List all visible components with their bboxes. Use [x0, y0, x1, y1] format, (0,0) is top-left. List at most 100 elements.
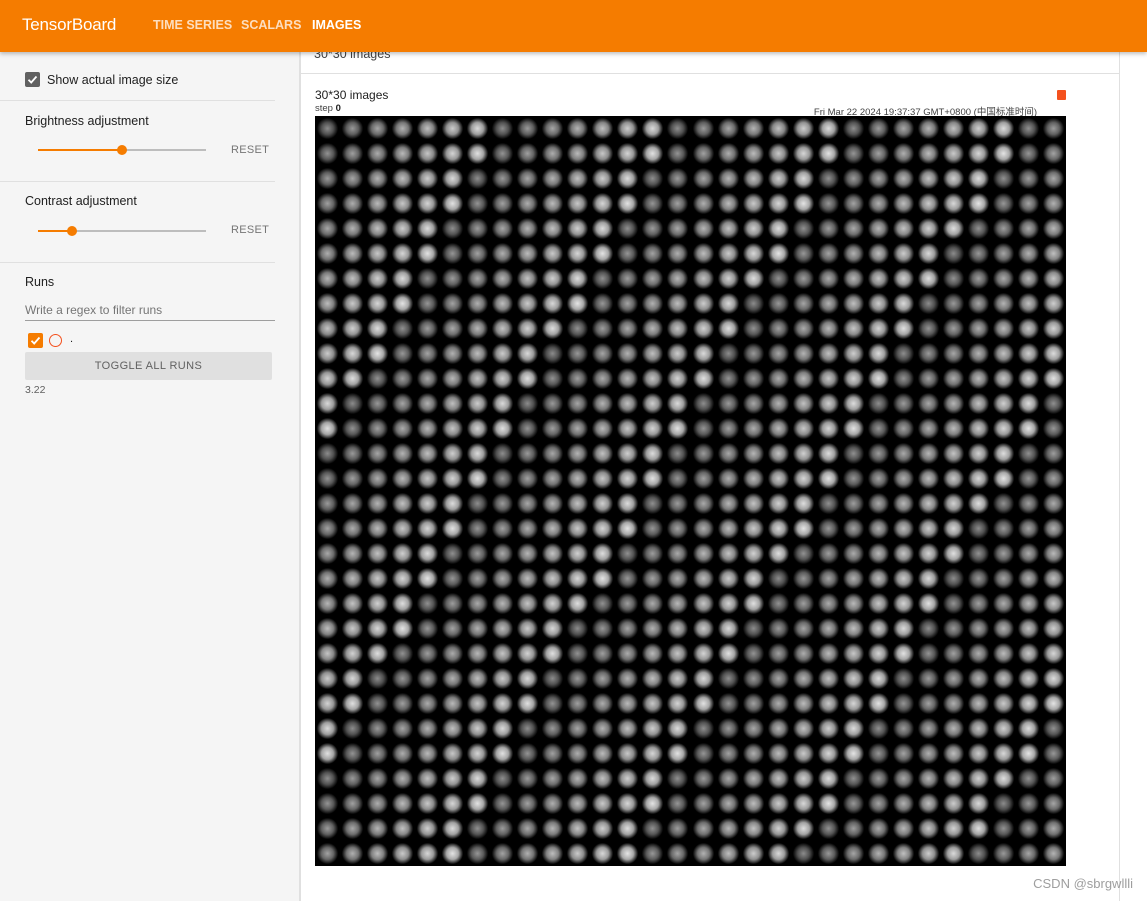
image-thumbnail	[892, 218, 914, 239]
image-thumbnail	[317, 743, 339, 764]
image-thumbnail	[567, 693, 589, 714]
image-thumbnail	[467, 543, 489, 564]
image-thumbnail	[792, 543, 814, 564]
run-checkbox[interactable]	[28, 333, 43, 348]
image-thumbnail	[917, 618, 939, 639]
image-thumbnail	[342, 268, 364, 289]
image-thumbnail	[342, 568, 364, 589]
group-header[interactable]: 30*30 images	[300, 47, 1120, 74]
image-thumbnail	[442, 493, 464, 514]
image-thumbnail	[367, 243, 389, 264]
image-thumbnail	[342, 743, 364, 764]
image-thumbnail	[517, 643, 539, 664]
image-thumbnail	[467, 243, 489, 264]
brightness-slider-thumb[interactable]	[117, 145, 127, 155]
image-thumbnail	[717, 593, 739, 614]
image-thumbnail	[892, 593, 914, 614]
image-thumbnail	[517, 593, 539, 614]
main-content: 30*30 images 30*30 images step 0 Fri Mar…	[300, 47, 1147, 901]
image-thumbnail	[792, 293, 814, 314]
image-thumbnail	[442, 268, 464, 289]
image-thumbnail	[867, 293, 889, 314]
image-thumbnail	[317, 818, 339, 839]
image-thumbnail	[1042, 693, 1064, 714]
image-thumbnail	[317, 318, 339, 339]
image-thumbnail	[767, 468, 789, 489]
image-thumbnail	[567, 643, 589, 664]
image-thumbnail	[367, 768, 389, 789]
image-thumbnail	[442, 768, 464, 789]
run-color-swatch[interactable]	[49, 334, 62, 347]
image-thumbnail	[742, 593, 764, 614]
image-thumbnail	[892, 318, 914, 339]
image-thumbnail	[642, 193, 664, 214]
image-thumbnail	[1017, 143, 1039, 164]
image-thumbnail	[392, 843, 414, 864]
image-thumbnail	[1042, 793, 1064, 814]
show-actual-size-checkbox[interactable]	[25, 72, 40, 87]
image-thumbnail	[742, 768, 764, 789]
image-thumbnail	[817, 493, 839, 514]
image-thumbnail	[867, 643, 889, 664]
image-thumbnail	[667, 768, 689, 789]
toggle-all-runs-button[interactable]: TOGGLE ALL RUNS	[25, 352, 272, 380]
image-thumbnail	[692, 643, 714, 664]
contrast-reset-button[interactable]: RESET	[231, 224, 269, 236]
image-thumbnail	[592, 393, 614, 414]
image-thumbnail	[342, 468, 364, 489]
image-thumbnail	[967, 368, 989, 389]
image-thumbnail	[342, 843, 364, 864]
image-thumbnail	[542, 543, 564, 564]
image-thumbnail	[367, 718, 389, 739]
image-thumbnail	[867, 468, 889, 489]
image-thumbnail	[342, 143, 364, 164]
brand-logo[interactable]: TensorBoard	[22, 15, 116, 35]
tab-scalars[interactable]: SCALARS	[241, 18, 301, 32]
image-thumbnail	[417, 718, 439, 739]
image-thumbnail	[767, 368, 789, 389]
tab-time-series[interactable]: TIME SERIES	[153, 18, 232, 32]
run-filter-input[interactable]	[25, 299, 275, 321]
tab-images[interactable]: IMAGES	[312, 18, 361, 32]
image-thumbnail	[867, 318, 889, 339]
image-thumbnail	[967, 593, 989, 614]
top-app-bar: TensorBoard TIME SERIES SCALARS IMAGES	[0, 0, 1147, 52]
image-thumbnail	[792, 443, 814, 464]
image-thumbnail	[917, 393, 939, 414]
image-thumbnail	[942, 518, 964, 539]
image-thumbnail	[967, 118, 989, 139]
image-thumbnail	[367, 368, 389, 389]
image-thumbnail	[342, 293, 364, 314]
image-thumbnail	[817, 818, 839, 839]
image-thumbnail	[867, 368, 889, 389]
image-thumbnail	[367, 118, 389, 139]
image-thumbnail	[1042, 568, 1064, 589]
image-thumbnail	[942, 193, 964, 214]
image-thumbnail	[542, 118, 564, 139]
image-thumbnail	[467, 593, 489, 614]
image-thumbnail	[642, 443, 664, 464]
image-thumbnail	[517, 368, 539, 389]
contrast-slider-thumb[interactable]	[66, 226, 77, 236]
image-thumbnail	[767, 543, 789, 564]
image-thumbnail	[492, 193, 514, 214]
image-thumbnail	[417, 543, 439, 564]
image-grid[interactable]	[315, 116, 1066, 866]
image-thumbnail	[917, 493, 939, 514]
brightness-reset-button[interactable]: RESET	[231, 144, 269, 156]
image-thumbnail	[767, 843, 789, 864]
image-thumbnail	[517, 743, 539, 764]
image-thumbnail	[542, 218, 564, 239]
image-thumbnail	[842, 143, 864, 164]
image-thumbnail	[492, 593, 514, 614]
image-thumbnail	[817, 593, 839, 614]
image-thumbnail	[792, 268, 814, 289]
image-thumbnail	[442, 718, 464, 739]
image-thumbnail	[917, 693, 939, 714]
image-thumbnail	[642, 793, 664, 814]
image-thumbnail	[942, 443, 964, 464]
run-color-indicator-icon[interactable]	[1057, 90, 1066, 100]
image-thumbnail	[792, 143, 814, 164]
image-thumbnail	[992, 168, 1014, 189]
image-thumbnail	[592, 493, 614, 514]
